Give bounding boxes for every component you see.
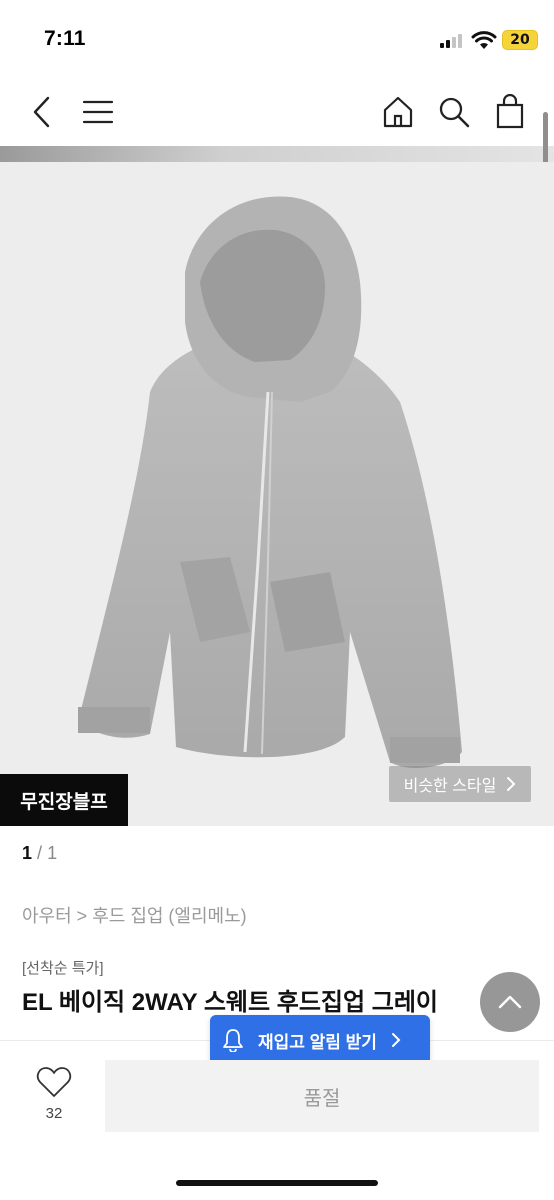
- promo-tag: [선착순 특가]: [22, 960, 104, 977]
- product-image[interactable]: 비슷한 스타일: [0, 162, 554, 826]
- chevron-right-icon: [507, 777, 516, 791]
- brand-badge: 무진장블프: [0, 774, 128, 826]
- bell-icon: [223, 1029, 243, 1052]
- shopping-bag-icon: [496, 94, 524, 129]
- like-count: 32: [45, 1105, 63, 1122]
- home-icon: [383, 96, 413, 128]
- page-separator: /: [37, 843, 43, 863]
- battery-icon: 20: [502, 30, 538, 50]
- hoodie-image: [78, 196, 462, 769]
- chevron-up-icon: [498, 995, 522, 1009]
- cart-button[interactable]: [490, 92, 530, 132]
- image-page-counter: 1 / 1: [22, 843, 57, 864]
- search-icon: [439, 97, 470, 128]
- back-button[interactable]: [22, 92, 62, 132]
- scroll-to-top-button[interactable]: [480, 972, 540, 1032]
- product-title: EL 베이직 2WAY 스웨트 후드집업 그레이: [22, 989, 438, 1016]
- similar-style-label: 비슷한 스타일: [403, 778, 497, 795]
- soldout-button[interactable]: 품절: [105, 1060, 539, 1132]
- page-total: 1: [47, 843, 58, 863]
- nav-shadow: [0, 146, 554, 162]
- status-bar: 7:11 20: [0, 0, 554, 80]
- similar-style-button[interactable]: 비슷한 스타일: [389, 766, 531, 802]
- status-time: 7:11: [44, 27, 86, 50]
- nav-bar: [0, 80, 554, 146]
- search-button[interactable]: [434, 92, 474, 132]
- restock-label: 재입고 알림 받기: [258, 1032, 377, 1052]
- battery-level: 20: [510, 32, 530, 48]
- chevron-right-icon: [391, 1033, 401, 1047]
- hamburger-icon: [82, 100, 114, 124]
- chevron-left-icon: [33, 96, 50, 128]
- like-button[interactable]: 32: [26, 1066, 82, 1122]
- restock-alert-button[interactable]: 재입고 알림 받기: [210, 1015, 430, 1072]
- home-indicator[interactable]: [176, 1180, 378, 1186]
- heart-icon: [36, 1067, 72, 1097]
- breadcrumb[interactable]: 아우터 > 후드 집업 (엘리메노): [22, 902, 247, 928]
- home-button[interactable]: [378, 92, 418, 132]
- cellular-signal-icon: [440, 33, 466, 48]
- menu-button[interactable]: [78, 92, 118, 132]
- page-current: 1: [22, 843, 33, 863]
- wifi-icon: [471, 31, 497, 49]
- soldout-label: 품절: [303, 1087, 341, 1110]
